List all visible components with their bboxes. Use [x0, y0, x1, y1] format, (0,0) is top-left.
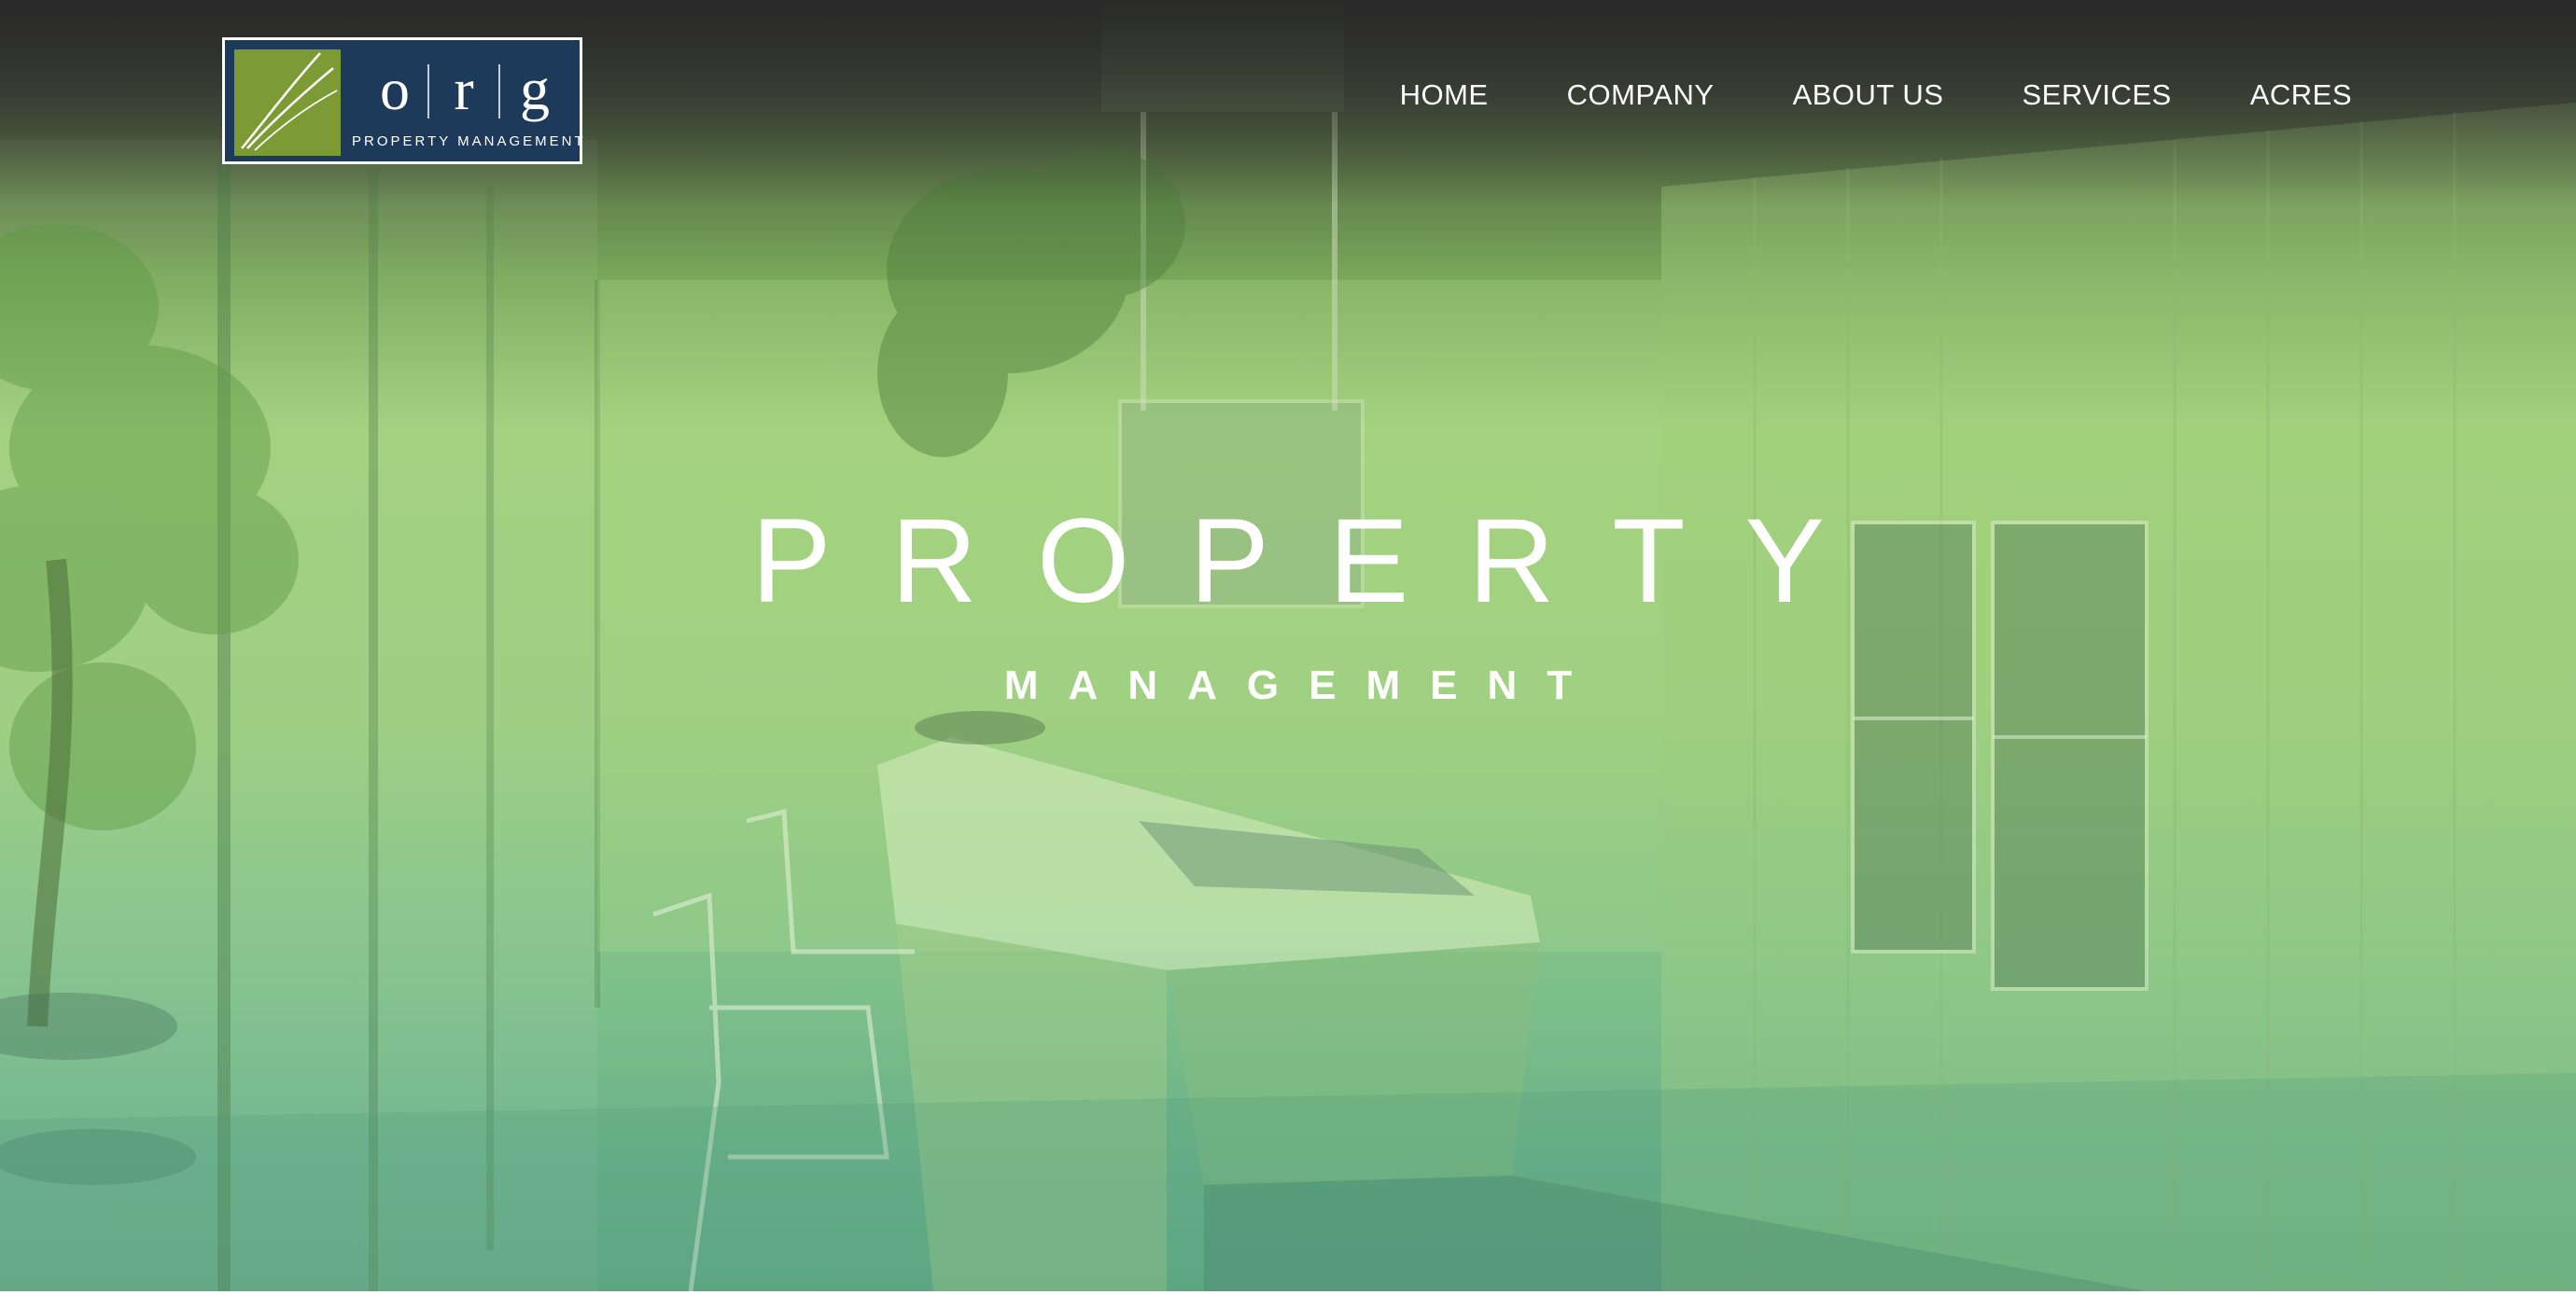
brand-logo[interactable]: o r g PROPERTY MANAGEMENT — [222, 37, 586, 164]
logo-subtitle: PROPERTY MANAGEMENT — [352, 133, 586, 149]
nav-item-services[interactable]: SERVICES — [2022, 78, 2171, 112]
grass-leaf-icon — [234, 49, 341, 156]
logo-lettermark: o r g — [380, 56, 550, 122]
main-navigation: HOME COMPANY ABOUT US SERVICES ACRES — [1400, 78, 2352, 112]
logo-letter-o: o — [380, 56, 410, 122]
nav-item-about-us[interactable]: ABOUT US — [1793, 78, 1944, 112]
logo-letter-r: r — [454, 56, 473, 122]
hero-subtitle: MANAGEMENT — [1003, 662, 1603, 708]
nav-item-home[interactable]: HOME — [1400, 78, 1489, 112]
nav-item-acres[interactable]: ACRES — [2250, 78, 2352, 112]
hero-section: o r g PROPERTY MANAGEMENT HOME COMPANY A… — [0, 0, 2576, 1291]
logo-letter-g: g — [520, 56, 550, 122]
hero-title: PROPERTY — [751, 494, 1884, 628]
nav-item-company[interactable]: COMPANY — [1567, 78, 1715, 112]
